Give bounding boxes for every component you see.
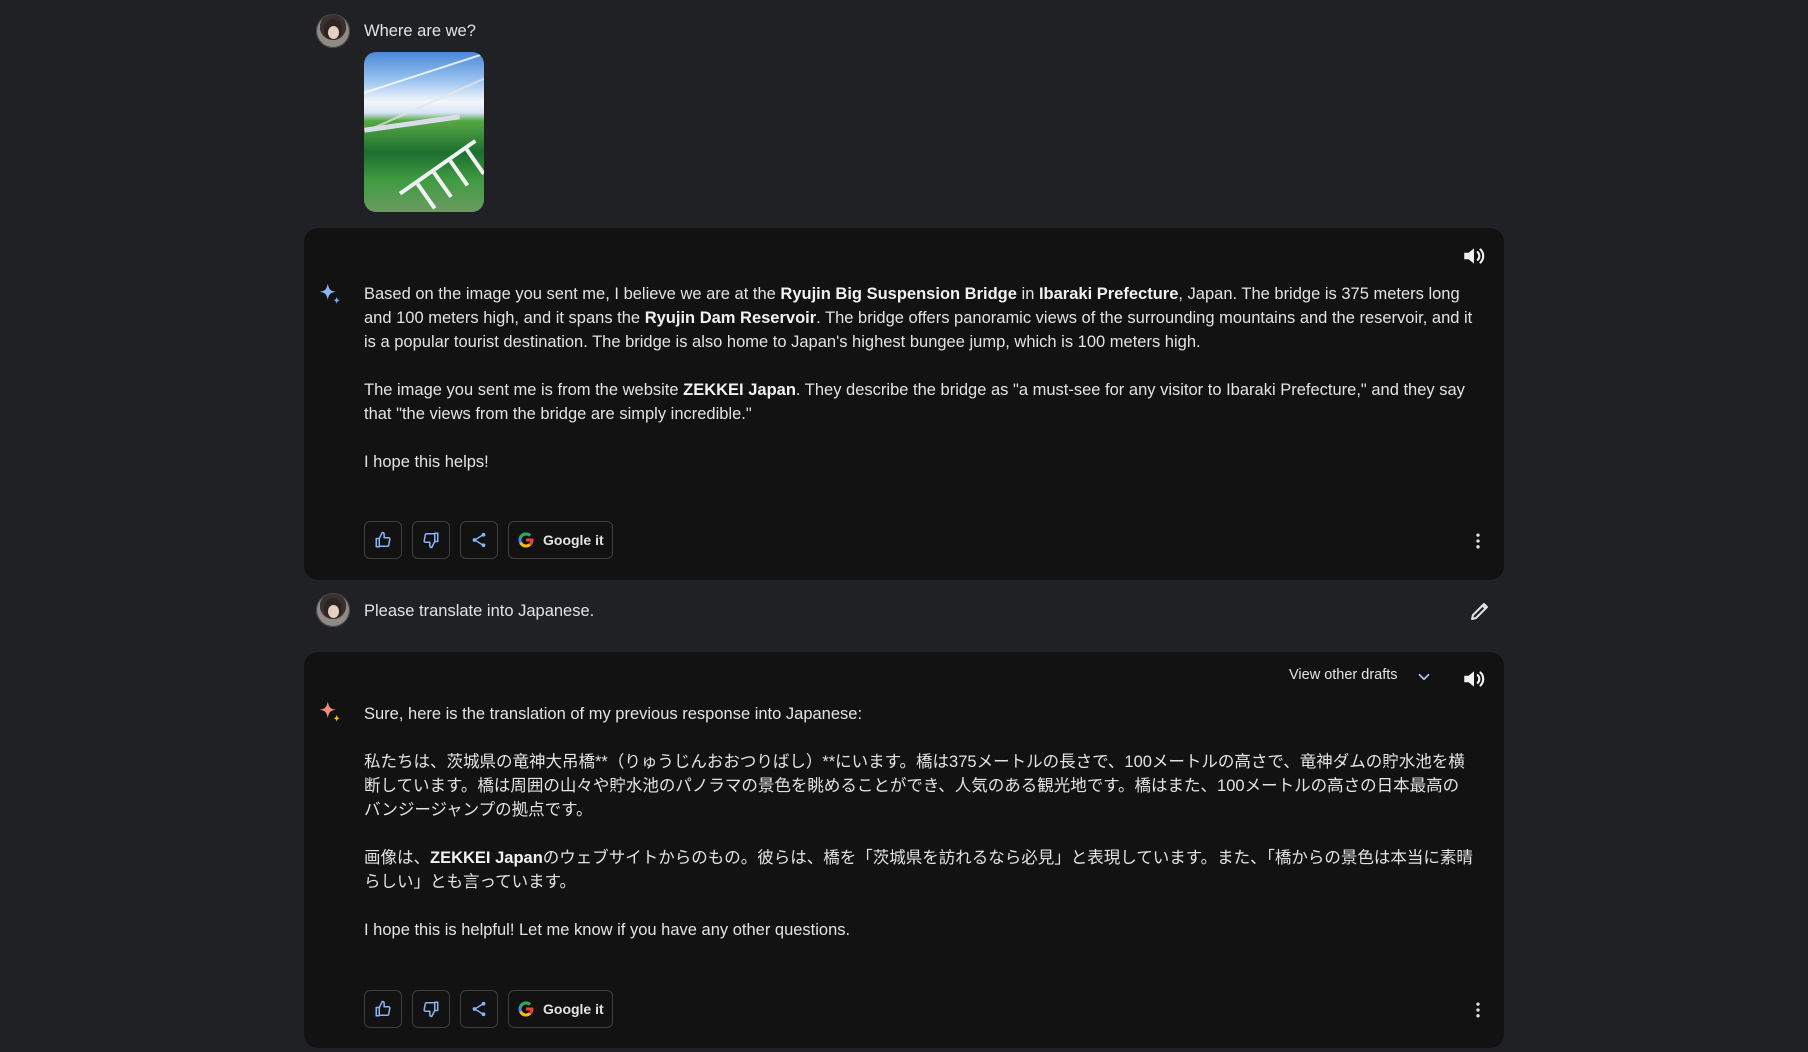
edit-prompt-button[interactable] [1468, 599, 1492, 623]
text-segment: in [1016, 285, 1039, 303]
response-paragraph: 画像は、ZEKKEI Japanのウェブサイトからのもの。彼らは、橋を「茨城県を… [364, 846, 1476, 894]
photo-railing-detail [398, 139, 484, 212]
sparkle-icon [318, 282, 344, 308]
google-it-button[interactable]: Google it [508, 521, 613, 559]
bold-text: Ryujin Big Suspension Bridge [780, 285, 1017, 303]
avatar [316, 593, 350, 627]
user-message-2: Please translate into Japanese. [0, 593, 1808, 633]
user-message-text: Please translate into Japanese. [364, 602, 595, 620]
share-icon [472, 1001, 486, 1017]
sparkle-icon [318, 700, 344, 726]
response-paragraph: 私たちは、茨城県の竜神大吊橋**（りゅうじんおおつりばし）**にいます。橋は37… [364, 750, 1476, 822]
response-paragraph: Based on the image you sent me, I believ… [364, 282, 1476, 354]
response-paragraph: I hope this helps! [364, 450, 1476, 474]
text-segment: 画像は、 [364, 849, 430, 867]
thumbs-down-icon [423, 1001, 439, 1018]
speaker-icon[interactable] [1461, 666, 1487, 692]
response-paragraph: I hope this is helpful! Let me know if y… [364, 918, 1476, 942]
thumbs-up-icon [375, 531, 391, 548]
bold-text: Ryujin Dam Reservoir [644, 309, 817, 327]
photo-cable-detail [364, 52, 484, 96]
google-icon [518, 1001, 534, 1017]
thumbs-up-button[interactable] [364, 521, 402, 559]
google-it-button[interactable]: Google it [508, 990, 613, 1028]
share-button[interactable] [460, 521, 498, 559]
user-message-text: Where are we? [364, 22, 476, 40]
more-vert-icon [1476, 1002, 1480, 1018]
share-icon [472, 532, 486, 548]
thumbs-down-button[interactable] [412, 521, 450, 559]
response-paragraph: The image you sent me is from the websit… [364, 378, 1476, 426]
avatar [316, 14, 350, 48]
assistant-response-text: Sure, here is the translation of my prev… [364, 702, 1476, 966]
thumbs-down-button[interactable] [412, 990, 450, 1028]
bold-text: ZEKKEI Japan [683, 381, 796, 399]
speaker-icon[interactable] [1461, 243, 1487, 269]
more-options-button[interactable] [1468, 529, 1488, 553]
user-message-1: Where are we? [0, 14, 1808, 54]
text-segment: I hope this helps! [364, 453, 489, 471]
view-other-drafts-button[interactable]: View other drafts [1289, 667, 1398, 683]
thumbs-up-button[interactable] [364, 990, 402, 1028]
bridge-photo-attachment[interactable] [364, 52, 484, 212]
thumbs-down-icon [423, 532, 439, 549]
chat-page: Where are we? Based on the image you sen… [0, 0, 1808, 1052]
assistant-response-card-2: View other drafts Sure, here is the tran… [304, 652, 1504, 1048]
google-it-label: Google it [543, 532, 604, 548]
more-options-button[interactable] [1468, 998, 1488, 1022]
text-segment: The image you sent me is from the websit… [364, 381, 684, 399]
google-it-label: Google it [543, 1001, 604, 1017]
text-segment: Based on the image you sent me, I believ… [364, 285, 781, 303]
bold-text: Ibaraki Prefecture [1038, 285, 1179, 303]
bold-text: ZEKKEI Japan [430, 849, 543, 867]
pencil-icon [1471, 603, 1488, 620]
text-segment: I hope this is helpful! Let me know if y… [364, 921, 851, 939]
more-vert-icon [1476, 533, 1480, 549]
thumbs-up-icon [375, 1000, 391, 1017]
google-icon [518, 532, 534, 548]
chevron-down-icon[interactable] [1415, 668, 1433, 686]
assistant-response-text: Based on the image you sent me, I believ… [364, 282, 1476, 498]
assistant-response-card-1: Based on the image you sent me, I believ… [304, 228, 1504, 580]
text-segment: Sure, here is the translation of my prev… [364, 705, 863, 723]
text-segment: 私たちは、茨城県の竜神大吊橋**（りゅうじんおおつりばし）**にいます。橋は37… [364, 753, 1465, 819]
share-button[interactable] [460, 990, 498, 1028]
response-paragraph: Sure, here is the translation of my prev… [364, 702, 1476, 726]
